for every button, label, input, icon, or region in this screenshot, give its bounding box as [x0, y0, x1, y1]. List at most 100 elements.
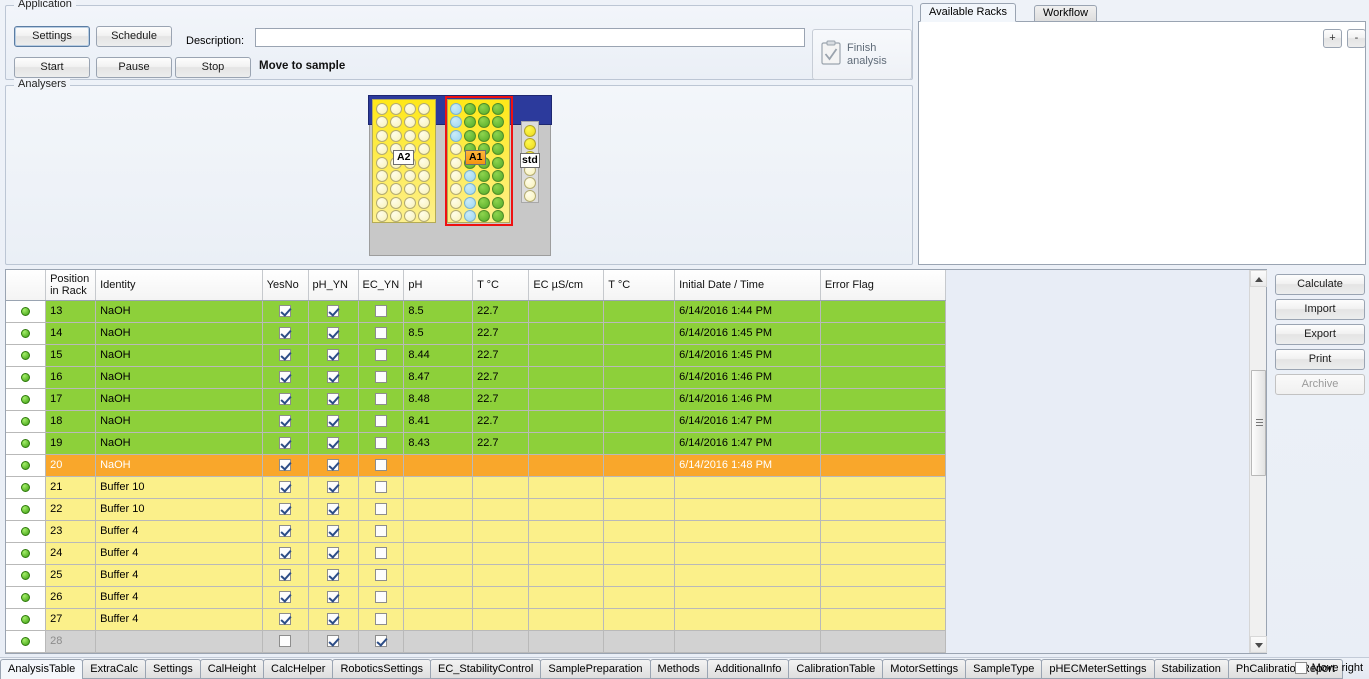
cell-position[interactable]: 19	[45, 432, 97, 455]
yesno-checkbox[interactable]	[279, 393, 292, 406]
rack-well[interactable]	[418, 196, 430, 209]
ec_yn-checkbox[interactable]	[374, 393, 387, 406]
cell-identity[interactable]: Buffer 10	[95, 498, 263, 521]
cell-ph[interactable]: 8.44	[403, 344, 474, 367]
column-header-ph_yn[interactable]: pH_YN	[308, 270, 359, 301]
cell-datetime[interactable]: 6/14/2016 1:46 PM	[674, 388, 821, 411]
cell-ec_yn[interactable]	[358, 520, 405, 543]
rack-well[interactable]	[464, 210, 476, 223]
cell-t_c_1[interactable]	[472, 608, 530, 631]
ph_yn-checkbox[interactable]	[327, 547, 340, 560]
cell-ph_yn[interactable]	[308, 476, 359, 499]
rack-well[interactable]	[418, 143, 430, 156]
cell-position[interactable]: 22	[45, 498, 97, 521]
row-status-indicator[interactable]	[6, 520, 47, 543]
cell-t_c_1[interactable]	[472, 520, 530, 543]
table-row[interactable]: 24 Buffer 4	[6, 542, 947, 565]
cell-errorflag[interactable]	[820, 564, 947, 587]
cell-ec[interactable]	[528, 476, 605, 499]
cell-identity[interactable]: NaOH	[95, 300, 263, 323]
cell-errorflag[interactable]	[820, 498, 947, 521]
cell-ec_yn[interactable]	[358, 454, 405, 477]
rack-well[interactable]	[492, 129, 504, 142]
cell-yesno[interactable]	[262, 520, 309, 543]
scroll-down-arrow-icon[interactable]	[1250, 636, 1267, 653]
rack-well[interactable]	[450, 210, 462, 223]
cell-position[interactable]: 21	[45, 476, 97, 499]
std-rack-well[interactable]	[524, 190, 536, 202]
cell-ph_yn[interactable]	[308, 498, 359, 521]
cell-t_c_2[interactable]	[603, 608, 676, 631]
cell-datetime[interactable]	[674, 542, 821, 565]
rack-diagram[interactable]: A2 A1 std	[365, 95, 555, 260]
row-status-indicator[interactable]	[6, 564, 47, 587]
cell-ph_yn[interactable]	[308, 366, 359, 389]
print-button[interactable]: Print	[1275, 349, 1365, 370]
row-status-indicator[interactable]	[6, 630, 47, 653]
column-header-datetime[interactable]: Initial Date / Time	[674, 270, 821, 301]
bottom-tab-motorsettings[interactable]: MotorSettings	[882, 659, 967, 679]
right-panel-tab-available-racks[interactable]: Available Racks	[920, 3, 1017, 22]
cell-ph[interactable]: 8.5	[403, 322, 474, 345]
cell-t_c_1[interactable]: 22.7	[472, 366, 530, 389]
table-row[interactable]: 14 NaOH 8.5 22.7 6/14/2016 1:45 PM	[6, 322, 947, 345]
rack-well[interactable]	[492, 156, 504, 169]
cell-ec_yn[interactable]	[358, 498, 405, 521]
yesno-checkbox[interactable]	[279, 569, 292, 582]
cell-identity[interactable]: NaOH	[95, 366, 263, 389]
table-row[interactable]: 17 NaOH 8.48 22.7 6/14/2016 1:46 PM	[6, 388, 947, 411]
rack-well[interactable]	[390, 170, 402, 182]
cell-ec[interactable]	[528, 498, 605, 521]
cell-t_c_2[interactable]	[603, 322, 676, 345]
rack-well[interactable]	[464, 116, 476, 129]
cell-datetime[interactable]	[674, 498, 821, 521]
cell-position[interactable]: 15	[45, 344, 97, 367]
cell-yesno[interactable]	[262, 542, 309, 565]
cell-errorflag[interactable]	[820, 542, 947, 565]
cell-position[interactable]: 28	[45, 630, 97, 653]
right-panel-tab-workflow[interactable]: Workflow	[1034, 5, 1098, 22]
table-row[interactable]: 13 NaOH 8.5 22.7 6/14/2016 1:44 PM	[6, 300, 947, 323]
row-status-indicator[interactable]	[6, 498, 47, 521]
cell-t_c_1[interactable]	[472, 476, 530, 499]
cell-identity[interactable]: Buffer 4	[95, 586, 263, 609]
rack-well[interactable]	[376, 129, 388, 142]
ec_yn-checkbox[interactable]	[374, 371, 387, 384]
row-status-indicator[interactable]	[6, 410, 47, 433]
rack-well[interactable]	[492, 170, 504, 182]
bottom-tab-settings[interactable]: Settings	[144, 659, 201, 679]
cell-errorflag[interactable]	[820, 476, 947, 499]
analysis-table-container[interactable]: Position in Rack Identity YesNo pH_YN EC_YN pH…	[5, 269, 1267, 654]
rack-well[interactable]	[478, 196, 490, 209]
cell-ph[interactable]: 8.47	[403, 366, 474, 389]
rack-well[interactable]	[478, 129, 490, 142]
cell-ph[interactable]	[403, 608, 474, 631]
cell-ph_yn[interactable]	[308, 432, 359, 455]
cell-ph_yn[interactable]	[308, 300, 359, 323]
cell-t_c_1[interactable]	[472, 542, 530, 565]
rack-well[interactable]	[390, 129, 402, 142]
bottom-tab-stabilization[interactable]: Stabilization	[1153, 659, 1229, 679]
rack-well[interactable]	[390, 196, 402, 209]
cell-position[interactable]: 23	[45, 520, 97, 543]
rack-well[interactable]	[390, 183, 402, 196]
remove-rack-button[interactable]: -	[1347, 29, 1366, 48]
cell-datetime[interactable]: 6/14/2016 1:47 PM	[674, 410, 821, 433]
bottom-tab-calchelper[interactable]: CalcHelper	[263, 659, 334, 679]
rack-well[interactable]	[404, 103, 416, 115]
cell-datetime[interactable]	[674, 564, 821, 587]
cell-ec[interactable]	[528, 300, 605, 323]
cell-yesno[interactable]	[262, 608, 309, 631]
rack-well[interactable]	[492, 116, 504, 129]
table-row[interactable]: 21 Buffer 10	[6, 476, 947, 499]
rack-well[interactable]	[492, 143, 504, 156]
cell-yesno[interactable]	[262, 498, 309, 521]
scrollbar-thumb[interactable]	[1251, 370, 1266, 476]
cell-ph_yn[interactable]	[308, 344, 359, 367]
cell-identity[interactable]: NaOH	[95, 432, 263, 455]
cell-ec[interactable]	[528, 410, 605, 433]
cell-datetime[interactable]	[674, 630, 821, 653]
row-status-indicator[interactable]	[6, 542, 47, 565]
ec_yn-checkbox[interactable]	[374, 437, 387, 450]
cell-datetime[interactable]: 6/14/2016 1:45 PM	[674, 344, 821, 367]
